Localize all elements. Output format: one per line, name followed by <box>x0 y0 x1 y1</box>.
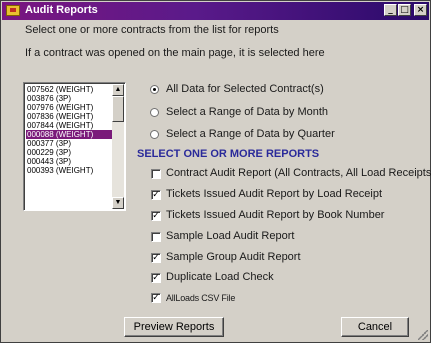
checkbox-sample-load[interactable] <box>151 232 161 242</box>
audit-reports-window: Audit Reports _ □ × Select one or more c… <box>0 0 431 343</box>
checkbox-allloads-csv[interactable]: ✓ <box>151 293 161 303</box>
list-item[interactable]: 000393 (WEIGHT) <box>26 166 113 175</box>
checkbox-allloads-csv-label[interactable]: AllLoads CSV File <box>166 293 235 303</box>
instruction-select-contracts: Select one or more contracts from the li… <box>25 24 279 36</box>
list-item[interactable]: 007562 (WEIGHT) <box>26 85 113 94</box>
radio-all-data-label[interactable]: All Data for Selected Contract(s) <box>166 83 324 95</box>
contract-listbox[interactable]: 007562 (WEIGHT) 003876 (3P) 007976 (WEIG… <box>23 82 126 211</box>
list-item[interactable]: 003876 (3P) <box>26 94 113 103</box>
contract-list-items: 007562 (WEIGHT) 003876 (3P) 007976 (WEIG… <box>26 85 113 175</box>
maximize-button[interactable]: □ <box>398 4 411 16</box>
checkbox-sample-group-label[interactable]: Sample Group Audit Report <box>166 251 301 263</box>
close-button[interactable]: × <box>414 4 427 16</box>
list-item[interactable]: 007844 (WEIGHT) <box>26 121 113 130</box>
cancel-button[interactable]: Cancel <box>341 317 409 337</box>
scroll-up-arrow-icon[interactable]: ▲ <box>112 84 124 96</box>
window-title: Audit Reports <box>25 4 98 16</box>
checkbox-contract-audit-label[interactable]: Contract Audit Report (All Contracts, Al… <box>166 167 431 179</box>
checkbox-tickets-by-load-label[interactable]: Tickets Issued Audit Report by Load Rece… <box>166 188 382 200</box>
list-item[interactable]: 007976 (WEIGHT) <box>26 103 113 112</box>
checkbox-tickets-by-book[interactable]: ✓ <box>151 211 161 221</box>
list-scrollbar[interactable]: ▲ ▼ <box>112 84 124 209</box>
radio-range-by-quarter[interactable] <box>150 130 159 139</box>
resize-grip-icon[interactable] <box>418 330 428 340</box>
list-item[interactable]: 000377 (3P) <box>26 139 113 148</box>
title-bar[interactable]: Audit Reports _ □ × <box>2 2 429 20</box>
checkbox-duplicate-load[interactable]: ✓ <box>151 273 161 283</box>
list-item[interactable]: 000229 (3P) <box>26 148 113 157</box>
reports-section-heading: SELECT ONE OR MORE REPORTS <box>137 148 320 160</box>
checkbox-duplicate-load-label[interactable]: Duplicate Load Check <box>166 271 274 283</box>
list-item-selected[interactable]: 000088 (WEIGHT) <box>26 130 113 139</box>
checkbox-tickets-by-load[interactable]: ✓ <box>151 190 161 200</box>
checkbox-sample-group[interactable]: ✓ <box>151 253 161 263</box>
list-item[interactable]: 000443 (3P) <box>26 157 113 166</box>
radio-range-by-quarter-label[interactable]: Select a Range of Data by Quarter <box>166 128 335 140</box>
checkbox-contract-audit[interactable] <box>151 169 161 179</box>
list-item[interactable]: 007836 (WEIGHT) <box>26 112 113 121</box>
minimize-button[interactable]: _ <box>384 4 397 16</box>
preview-reports-button[interactable]: Preview Reports <box>124 317 224 337</box>
checkbox-tickets-by-book-label[interactable]: Tickets Issued Audit Report by Book Numb… <box>166 209 384 221</box>
app-icon <box>6 5 20 16</box>
radio-all-data[interactable] <box>150 85 159 94</box>
scroll-thumb[interactable] <box>112 96 124 122</box>
scroll-down-arrow-icon[interactable]: ▼ <box>112 197 124 209</box>
checkbox-sample-load-label[interactable]: Sample Load Audit Report <box>166 230 294 242</box>
radio-range-by-month[interactable] <box>150 108 159 117</box>
instruction-opened-contract: If a contract was opened on the main pag… <box>25 47 325 59</box>
radio-range-by-month-label[interactable]: Select a Range of Data by Month <box>166 106 328 118</box>
